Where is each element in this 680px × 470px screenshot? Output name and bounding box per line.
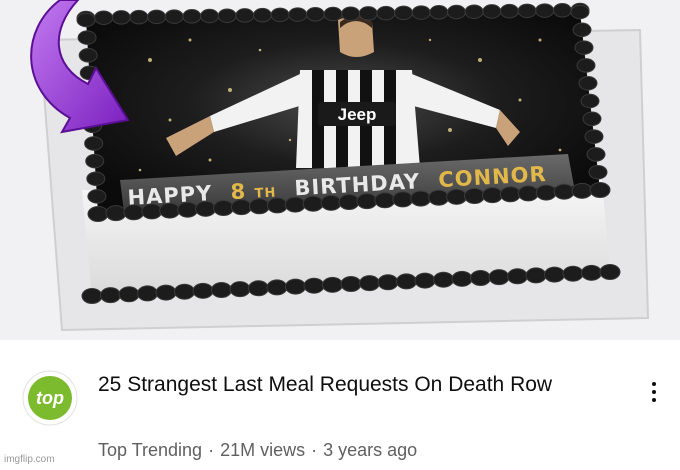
- video-card[interactable]: Jeep HAPPY 8 TH BIRTHDAY CONNOR top 25 S…: [0, 0, 680, 470]
- separator: ·: [311, 440, 318, 460]
- watermark: imgflip.com: [4, 454, 55, 465]
- channel-name[interactable]: Top Trending: [98, 440, 202, 460]
- more-vertical-icon[interactable]: [640, 372, 668, 412]
- video-title[interactable]: 25 Strangest Last Meal Requests On Death…: [98, 371, 618, 398]
- upload-age: 3 years ago: [323, 440, 418, 460]
- jersey-sponsor: Jeep: [338, 105, 377, 124]
- channel-logo-text: top: [36, 388, 64, 408]
- separator: ·: [208, 440, 215, 460]
- cake-image: Jeep HAPPY 8 TH BIRTHDAY CONNOR: [30, 0, 650, 332]
- video-metadata: Top Trending · 21M views · 3 years ago: [98, 440, 618, 461]
- video-thumbnail[interactable]: Jeep HAPPY 8 TH BIRTHDAY CONNOR: [0, 0, 680, 340]
- view-count: 21M views: [220, 440, 306, 460]
- video-details: top 25 Strangest Last Meal Requests On D…: [0, 340, 680, 470]
- channel-avatar[interactable]: top: [22, 370, 78, 426]
